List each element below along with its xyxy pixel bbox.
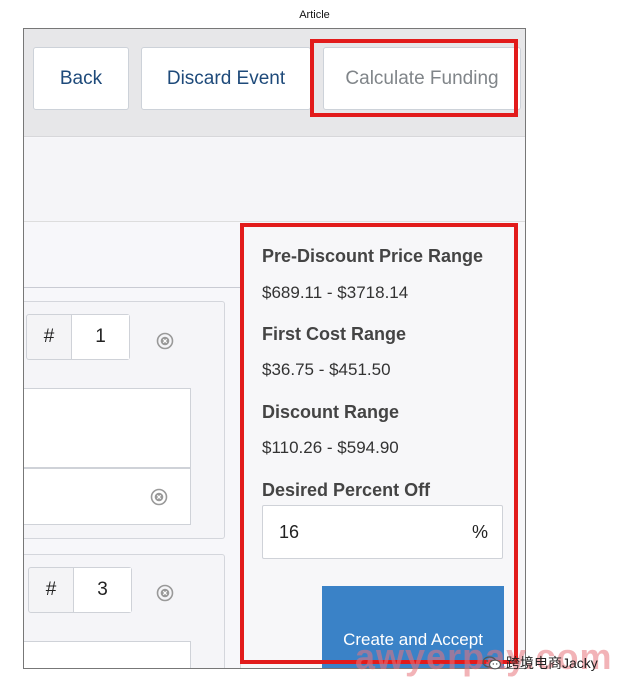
watermark-credit-text: 跨境电商Jacky	[506, 655, 598, 671]
header-band	[24, 138, 525, 222]
quantity-input[interactable]: 3	[73, 568, 131, 612]
discard-event-button[interactable]: Discard Event	[141, 47, 311, 110]
section-divider	[24, 287, 240, 288]
hash-label: #	[43, 326, 55, 347]
quantity-input[interactable]: 1	[71, 315, 129, 359]
highlight-box-calculate	[310, 39, 518, 117]
close-circle-icon[interactable]	[156, 584, 174, 602]
quantity-field: # 1	[26, 314, 130, 360]
item-group: # 3	[24, 554, 225, 668]
caption: Article	[299, 9, 330, 21]
highlight-box-summary	[240, 223, 518, 664]
close-circle-icon[interactable]	[156, 332, 174, 350]
quantity-field: # 3	[28, 567, 132, 613]
wechat-icon	[482, 656, 502, 670]
watermark-credit: 跨境电商Jacky	[482, 653, 598, 673]
hash-label: #	[45, 579, 57, 600]
close-circle-icon[interactable]	[150, 488, 168, 506]
page: Article Back Discard Event Calculate Fun…	[0, 0, 629, 691]
item-field[interactable]	[24, 388, 191, 468]
item-group: # 1	[24, 301, 225, 539]
item-field[interactable]	[24, 641, 191, 668]
back-button[interactable]: Back	[33, 47, 129, 110]
